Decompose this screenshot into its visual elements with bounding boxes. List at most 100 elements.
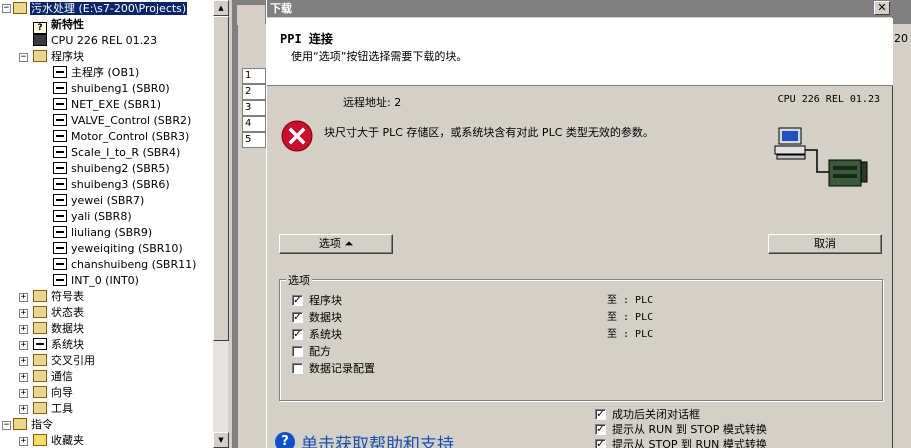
tree-item-block[interactable]: liuliang (SBR9) xyxy=(53,225,153,241)
editor-right-label: 20 xyxy=(894,32,908,45)
communication-icon xyxy=(33,370,47,382)
options-group: 选项 ✓ 程序块至 : PLC ✓ 数据块至 : PLC ✓ 系统块至 : PLC 配方 数据… xyxy=(279,272,883,401)
options-button[interactable]: 选项 ⏶ xyxy=(279,234,393,254)
tree-item-block[interactable]: yewei (SBR7) xyxy=(53,193,145,209)
option-checkbox[interactable]: ✓ xyxy=(292,295,303,306)
option-target: 至 : PLC xyxy=(607,329,654,340)
folder-icon xyxy=(33,50,47,62)
expand-icon[interactable]: + xyxy=(19,437,28,446)
collapse-icon[interactable]: − xyxy=(2,421,11,430)
error-message: 块尺寸大于 PLC 存储区，或系统块含有对此 PLC 类型无效的参数。 xyxy=(324,126,654,139)
setting-checkbox[interactable]: ✓ xyxy=(595,424,606,435)
program-block-icon xyxy=(53,98,67,110)
option-label: 程序块 xyxy=(309,294,342,307)
scroll-down-arrow-icon[interactable]: ▼ xyxy=(213,432,229,448)
tree-item-block[interactable]: chanshuibeng (SBR11) xyxy=(53,257,197,273)
tree-item-status-table[interactable]: 状态表 xyxy=(33,305,85,321)
collapse-icon[interactable]: − xyxy=(2,4,11,13)
help-icon[interactable]: ? xyxy=(275,432,295,448)
tree-item-block[interactable]: NET_EXE (SBR1) xyxy=(53,97,162,113)
instructions-icon xyxy=(13,418,27,430)
cross-reference-icon xyxy=(33,354,47,366)
dialog-titlebar[interactable]: 下载 ✕ xyxy=(267,0,893,17)
tree-scrollbar[interactable]: ▲ ▼ xyxy=(212,0,229,448)
expand-icon[interactable]: + xyxy=(19,405,28,414)
tree-item-block[interactable]: yali (SBR8) xyxy=(53,209,133,225)
tree-item-system-block[interactable]: 系统块 xyxy=(33,337,85,353)
close-icon[interactable]: ✕ xyxy=(874,1,890,15)
tree-item-data-block[interactable]: 数据块 xyxy=(33,321,85,337)
editor-row-number: 5 xyxy=(242,132,266,148)
remote-address: 远程地址: 2 xyxy=(343,96,402,109)
program-block-icon xyxy=(53,82,67,94)
favorites-icon xyxy=(33,434,47,446)
tree-item-cpu[interactable]: CPU 226 REL 01.23 xyxy=(33,33,158,49)
tree-item-block[interactable]: shuibeng3 (SBR6) xyxy=(53,177,171,193)
tree-item-tools[interactable]: 工具 xyxy=(33,401,74,417)
tree-item-new-features[interactable]: ? 新特性 xyxy=(33,17,85,34)
option-checkbox[interactable] xyxy=(292,363,303,374)
tree-item-symbol-table[interactable]: 符号表 xyxy=(33,289,85,305)
folder-icon xyxy=(33,306,47,318)
tree-item-cross-reference[interactable]: 交叉引用 xyxy=(33,353,96,369)
option-label: 数据块 xyxy=(309,311,342,324)
tree-item-block[interactable]: shuibeng2 (SBR5) xyxy=(53,161,171,177)
setting-checkbox[interactable]: ✓ xyxy=(595,439,606,448)
option-label: 系统块 xyxy=(309,328,342,341)
program-block-icon xyxy=(53,194,67,206)
expand-icon[interactable]: + xyxy=(19,293,28,302)
tree-item-program-block[interactable]: 程序块 xyxy=(33,49,85,65)
program-block-icon xyxy=(53,130,67,142)
editor-right-pane xyxy=(893,24,911,448)
program-block-icon xyxy=(53,226,67,238)
folder-icon xyxy=(33,322,47,334)
editor-row-number: 2 xyxy=(242,84,266,100)
tree-item-block[interactable]: Scale_I_to_R (SBR4) xyxy=(53,145,181,161)
editor-row-number: 3 xyxy=(242,100,266,116)
scroll-up-arrow-icon[interactable]: ▲ xyxy=(213,0,229,16)
tree-item-instructions[interactable]: 指令 xyxy=(13,417,54,433)
tree-item-block[interactable]: yeweiqiting (SBR10) xyxy=(53,241,184,257)
cancel-button[interactable]: 取消 xyxy=(768,234,882,254)
program-block-icon xyxy=(53,242,67,254)
program-block-icon xyxy=(53,274,67,286)
tree-item-block[interactable]: shuibeng1 (SBR0) xyxy=(53,81,171,97)
expand-icon[interactable]: + xyxy=(19,309,28,318)
tree-item-block[interactable]: INT_0 (INT0) xyxy=(53,273,140,289)
setting-checkbox[interactable]: ✓ xyxy=(595,409,606,420)
tree-item-block[interactable]: Motor_Control (SBR3) xyxy=(53,129,190,145)
program-block-icon xyxy=(53,66,67,78)
option-checkbox[interactable]: ✓ xyxy=(292,329,303,340)
expand-icon[interactable]: + xyxy=(19,389,28,398)
expand-icon[interactable]: + xyxy=(19,357,28,366)
folder-icon xyxy=(33,290,47,302)
program-block-icon xyxy=(53,162,67,174)
help-link[interactable]: 单击获取帮助和支持 xyxy=(301,430,454,448)
project-tree[interactable]: − 污水处理 (E:\s7-200\Projects) ? 新特性 CPU 226… xyxy=(0,0,212,448)
collapse-icon[interactable]: − xyxy=(19,53,28,62)
option-target: 至 : PLC xyxy=(607,295,654,306)
expand-icon[interactable]: + xyxy=(19,373,28,382)
tree-item-favorites[interactable]: 收藏夹 xyxy=(33,433,85,448)
tree-item-communication[interactable]: 通信 xyxy=(33,369,74,385)
setting-label: 提示从 RUN 到 STOP 模式转换 xyxy=(612,423,767,436)
tree-item-block[interactable]: VALVE_Control (SBR2) xyxy=(53,113,192,129)
cpu-type: CPU 226 REL 01.23 xyxy=(777,94,880,105)
program-block-icon xyxy=(53,210,67,222)
expand-icon[interactable]: + xyxy=(19,341,28,350)
tree-item-wizard[interactable]: 向导 xyxy=(33,385,74,401)
tree-item-block[interactable]: 主程序 (OB1) xyxy=(53,65,140,81)
expand-icon[interactable]: + xyxy=(19,325,28,334)
option-checkbox[interactable] xyxy=(292,346,303,357)
download-dialog: 下载 ✕ PPI 连接 使用“选项”按钮选择需要下载的块。 远程地址: 2 CP… xyxy=(266,0,893,448)
editor-toolbar-icon[interactable] xyxy=(236,4,266,26)
option-checkbox[interactable]: ✓ xyxy=(292,312,303,323)
program-block-icon xyxy=(53,258,67,270)
tree-root[interactable]: 污水处理 (E:\s7-200\Projects) xyxy=(13,1,188,17)
wizard-icon xyxy=(33,386,47,398)
setting-label: 提示从 STOP 到 RUN 模式转换 xyxy=(612,438,767,448)
editor-row-number: 1 xyxy=(242,68,266,84)
program-block-icon xyxy=(53,178,67,190)
scrollbar-thumb[interactable] xyxy=(213,16,229,341)
project-icon xyxy=(13,2,27,14)
